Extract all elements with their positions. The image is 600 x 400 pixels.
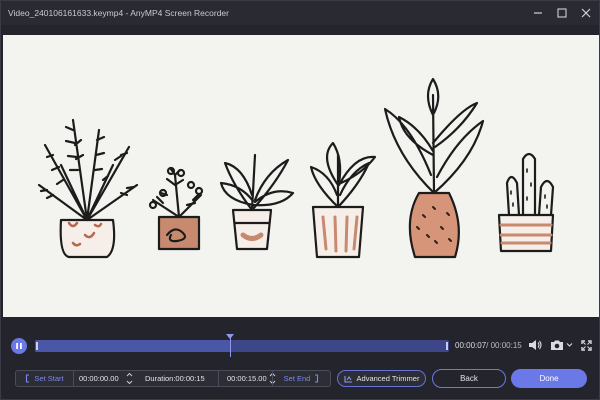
total-time: / 00:00:15	[486, 341, 522, 350]
window-controls	[531, 1, 593, 25]
close-icon[interactable]	[579, 6, 593, 20]
trim-end-handle[interactable]	[446, 342, 448, 350]
end-time-value: 00:00:15.00	[227, 374, 267, 383]
volume-icon[interactable]	[528, 339, 542, 351]
recorder-window: Video_240106161633.keymp4 - AnyMP4 Scree…	[0, 0, 600, 400]
advanced-trimmer-label: Advanced Trimmer	[356, 374, 420, 383]
end-time-field[interactable]: 00:00:15.00	[218, 371, 267, 386]
plant-2	[148, 166, 204, 251]
trim-start-handle[interactable]	[36, 342, 38, 350]
duration-value: Duration:00:00:15	[145, 374, 205, 383]
time-readout: 00:00:07/ 00:00:15	[455, 341, 522, 350]
bracket-right-icon	[315, 374, 319, 383]
done-button[interactable]: Done	[511, 369, 587, 388]
plant-3	[219, 153, 295, 251]
playhead-line[interactable]	[230, 335, 231, 357]
trim-controls: Set Start 00:00:00.00 Duration:00:00:15 …	[15, 370, 331, 387]
window-title: Video_240106161633.keymp4 - AnyMP4 Scree…	[8, 8, 229, 18]
title-bar: Video_240106161633.keymp4 - AnyMP4 Scree…	[1, 1, 599, 25]
done-label: Done	[539, 374, 559, 383]
timeline-row: 00:00:07/ 00:00:15	[1, 331, 599, 361]
edit-controls: Set Start 00:00:00.00 Duration:00:00:15 …	[1, 363, 599, 395]
timeline-track[interactable]	[35, 334, 449, 357]
plant-1	[37, 118, 139, 259]
plant-6	[497, 152, 555, 253]
set-end-button[interactable]: Set End	[272, 371, 330, 386]
start-time-stepper[interactable]	[126, 372, 133, 385]
timeline-progress-fill	[35, 340, 230, 352]
trimmer-icon	[343, 375, 352, 383]
set-start-button[interactable]: Set Start	[16, 371, 74, 386]
back-label: Back	[460, 374, 478, 383]
start-time-field[interactable]: 00:00:00.00	[79, 371, 119, 386]
plant-4	[309, 141, 377, 259]
minimize-icon[interactable]	[531, 6, 545, 20]
advanced-trimmer-button[interactable]: Advanced Trimmer	[337, 370, 426, 387]
back-button[interactable]: Back	[432, 369, 506, 388]
pause-icon	[16, 343, 22, 349]
duration-display: Duration:00:00:15	[145, 371, 205, 386]
preview-tools	[528, 339, 592, 351]
fullscreen-icon[interactable]	[581, 339, 592, 351]
plants-illustration	[37, 77, 555, 259]
chevron-down-icon[interactable]	[566, 342, 573, 348]
bracket-left-icon	[26, 374, 30, 383]
chevron-down-icon[interactable]	[126, 380, 133, 385]
video-preview[interactable]	[3, 35, 599, 317]
camera-icon[interactable]	[550, 339, 564, 351]
current-time: 00:00:07	[455, 341, 487, 350]
pause-button[interactable]	[11, 338, 27, 354]
chevron-up-icon[interactable]	[126, 372, 133, 377]
start-time-value: 00:00:00.00	[79, 374, 119, 383]
maximize-icon[interactable]	[555, 6, 569, 20]
set-end-label: Set End	[283, 374, 311, 383]
plant-5	[383, 77, 485, 259]
set-start-label: Set Start	[34, 374, 64, 383]
